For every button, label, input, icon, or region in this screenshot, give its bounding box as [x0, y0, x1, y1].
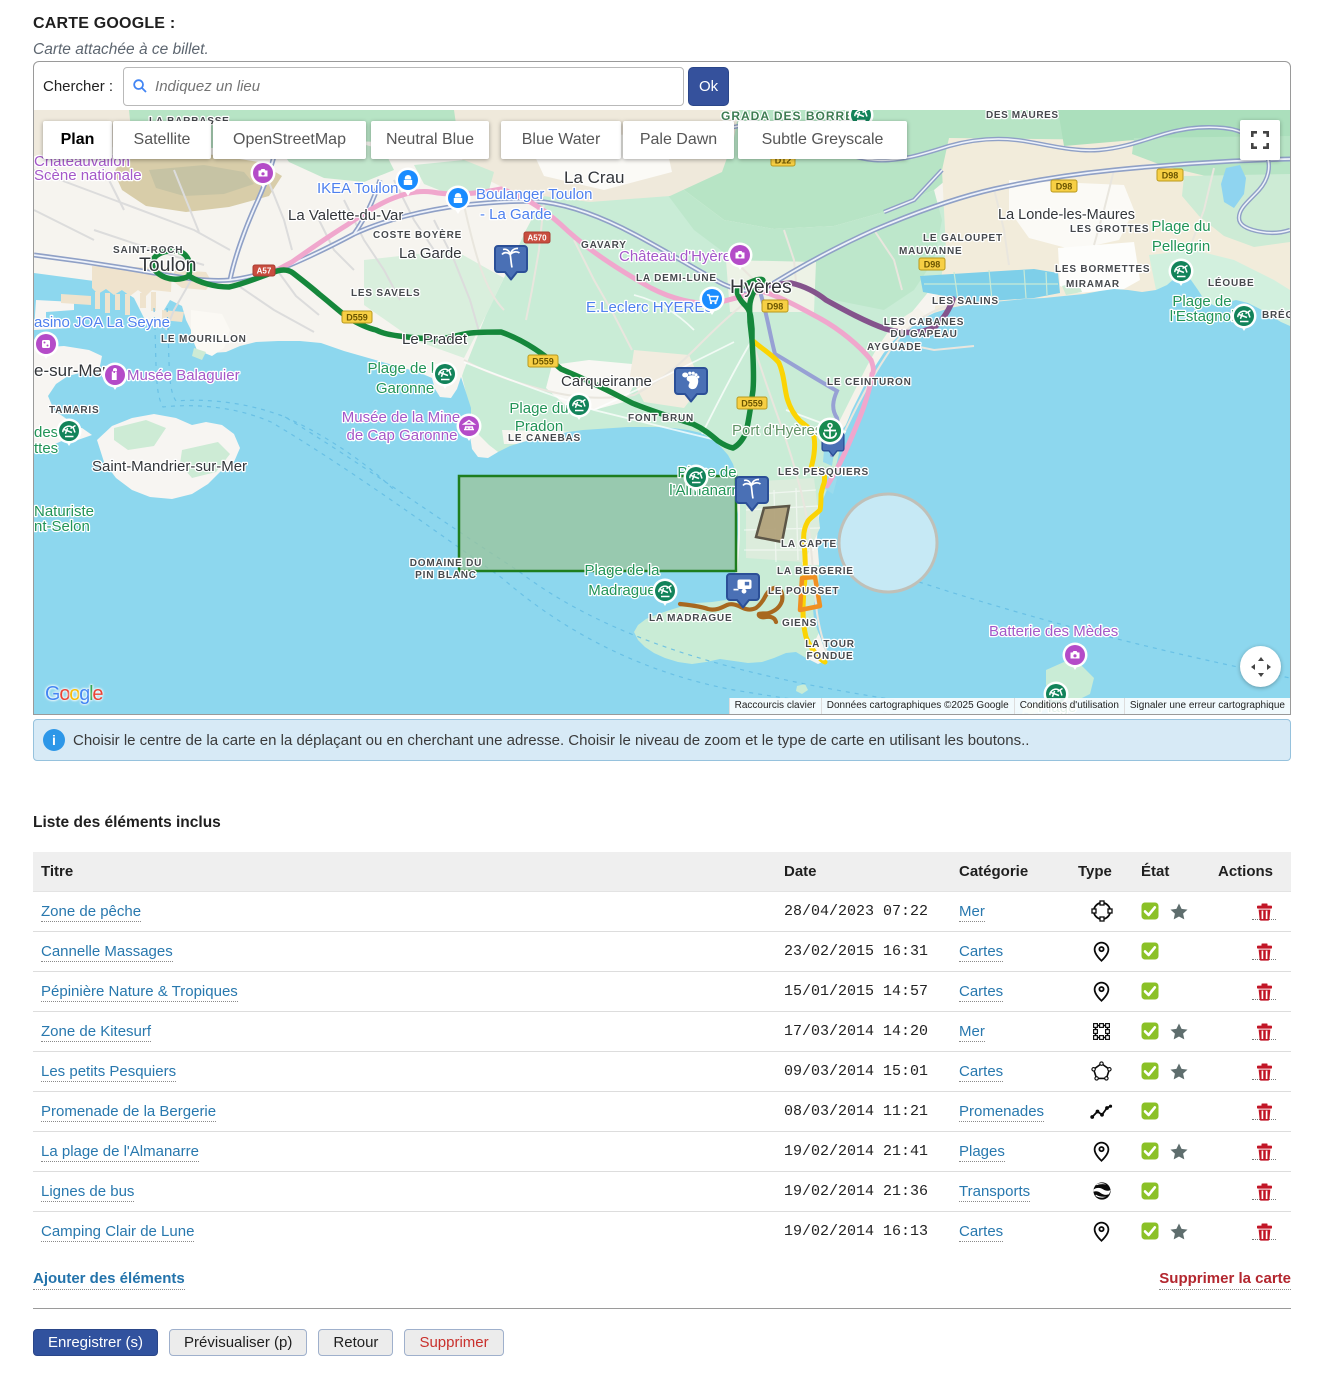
svg-text:LES BORMETTES: LES BORMETTES — [1055, 264, 1150, 275]
svg-text:asino JOA La Seyne: asino JOA La Seyne — [34, 314, 170, 331]
svg-text:Scène nationale: Scène nationale — [34, 167, 142, 184]
svg-text:Plage de la: Plage de la — [367, 360, 443, 377]
svg-text:MAUVANNE: MAUVANNE — [899, 246, 962, 257]
svg-text:BRÉGA: BRÉGA — [1262, 308, 1290, 321]
svg-text:Pellegrin: Pellegrin — [1152, 238, 1210, 255]
svg-text:LA BERGERIE: LA BERGERIE — [777, 566, 854, 577]
svg-text:Hyères: Hyères — [730, 276, 792, 298]
svg-text:LES SAVELS: LES SAVELS — [351, 288, 421, 299]
svg-text:Musée de la Mine: Musée de la Mine — [342, 409, 460, 426]
svg-text:MIRAMAR: MIRAMAR — [1066, 279, 1120, 290]
svg-text:FONT BRUN: FONT BRUN — [628, 413, 694, 424]
svg-text:de Cap Garonne: de Cap Garonne — [347, 427, 458, 444]
svg-text:Plage du: Plage du — [1151, 218, 1210, 235]
svg-text:LES CABANES: LES CABANES — [884, 317, 964, 328]
svg-text:E.Leclerc HYERES: E.Leclerc HYERES — [586, 299, 714, 316]
svg-text:Carqueiranne: Carqueiranne — [561, 373, 652, 390]
svg-text:ttes: ttes — [34, 440, 58, 457]
svg-text:Pradon: Pradon — [515, 418, 563, 435]
svg-text:A570: A570 — [527, 234, 547, 243]
svg-text:Le Pradet: Le Pradet — [402, 331, 468, 348]
svg-text:D98: D98 — [1056, 182, 1073, 192]
svg-text:D98: D98 — [767, 302, 784, 312]
svg-text:des: des — [34, 424, 58, 441]
svg-text:Madrague: Madrague — [588, 582, 656, 599]
svg-text:LA CAPTE: LA CAPTE — [781, 539, 837, 550]
svg-text:LES PESQUIERS: LES PESQUIERS — [778, 467, 869, 478]
svg-text:LE GALOUPET: LE GALOUPET — [923, 233, 1003, 244]
svg-text:nt-Selon: nt-Selon — [34, 518, 90, 535]
svg-text:FONDUE: FONDUE — [806, 651, 853, 662]
svg-text:Boulanger Toulon: Boulanger Toulon — [476, 186, 592, 203]
svg-text:Garonne: Garonne — [376, 380, 434, 397]
svg-text:Château d'Hyères: Château d'Hyères — [619, 248, 739, 265]
svg-text:AYGUADE: AYGUADE — [867, 342, 922, 353]
svg-text:A57: A57 — [257, 267, 272, 276]
svg-text:LE CEINTURON: LE CEINTURON — [827, 377, 912, 388]
svg-text:D559: D559 — [741, 399, 763, 409]
svg-text:Musée Balaguier: Musée Balaguier — [127, 367, 240, 384]
svg-text:e-sur-Mer: e-sur-Mer — [34, 361, 108, 380]
svg-text:IKEA Toulon: IKEA Toulon — [317, 180, 398, 197]
svg-text:DOMAINE DU: DOMAINE DU — [410, 558, 482, 569]
svg-text:La Garde: La Garde — [399, 245, 462, 262]
svg-text:COSTE BOYÈRE: COSTE BOYÈRE — [373, 228, 462, 241]
svg-text:l'Estagnol: l'Estagnol — [1170, 308, 1235, 325]
svg-text:Toulon: Toulon — [139, 254, 196, 276]
svg-text:DU GAPEAU: DU GAPEAU — [890, 329, 957, 340]
svg-text:LA MADRAGUE: LA MADRAGUE — [649, 613, 732, 624]
svg-text:TAMARIS: TAMARIS — [49, 405, 99, 416]
svg-text:DES MAURES: DES MAURES — [986, 110, 1059, 121]
svg-text:LA TOUR: LA TOUR — [805, 639, 855, 650]
svg-text:LES SALINS: LES SALINS — [932, 296, 999, 307]
svg-text:Saint-Mandrier-sur-Mer: Saint-Mandrier-sur-Mer — [92, 458, 247, 475]
svg-text:LE MOURILLON: LE MOURILLON — [161, 334, 247, 345]
svg-text:La Londe-les-Maures: La Londe-les-Maures — [998, 207, 1135, 223]
svg-text:PIN BLANC: PIN BLANC — [415, 570, 477, 581]
svg-text:LES GROTTES: LES GROTTES — [1070, 224, 1149, 235]
svg-text:Plage de la: Plage de la — [584, 562, 660, 579]
svg-text:l'Almanarre: l'Almanarre — [669, 482, 744, 499]
svg-text:Port d'Hyères: Port d'Hyères — [732, 422, 822, 439]
svg-text:- La Garde: - La Garde — [480, 206, 552, 223]
svg-text:D98: D98 — [1162, 171, 1179, 181]
svg-text:Batterie des Mèdes: Batterie des Mèdes — [989, 623, 1118, 640]
svg-text:D98: D98 — [924, 260, 941, 270]
svg-text:D559: D559 — [346, 313, 368, 323]
svg-text:LÉOUBE: LÉOUBE — [1208, 276, 1254, 289]
svg-text:La Crau: La Crau — [564, 168, 624, 187]
svg-text:D559: D559 — [532, 357, 554, 367]
svg-text:LE POUSSET: LE POUSSET — [768, 586, 839, 597]
svg-text:Plage du: Plage du — [509, 400, 568, 417]
svg-text:La Valette-du-Var: La Valette-du-Var — [288, 207, 403, 224]
svg-text:LA DEMI-LUNE: LA DEMI-LUNE — [636, 273, 717, 284]
svg-text:GIENS: GIENS — [782, 618, 817, 629]
